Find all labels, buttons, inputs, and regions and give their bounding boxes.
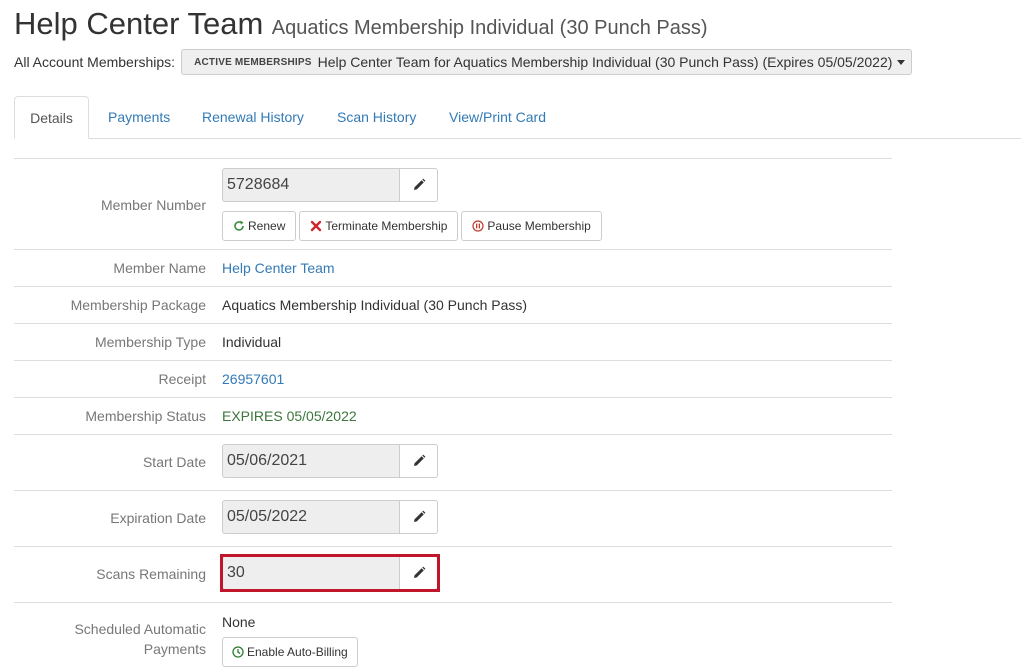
scheduled-payments-value: None — [222, 614, 256, 630]
tab-renewal-history[interactable]: Renewal History — [202, 96, 304, 138]
membership-status-label: Membership Status — [85, 408, 206, 424]
member-name-link[interactable]: Help Center Team — [222, 258, 335, 278]
scheduled-payments-label-line2: Payments — [143, 641, 206, 657]
pause-membership-button[interactable]: Pause Membership — [461, 211, 602, 241]
active-memberships-badge: ACTIVE MEMBERSHIPS — [194, 56, 312, 68]
terminate-label: Terminate Membership — [325, 219, 448, 233]
start-date-group: 05/06/2021 — [222, 444, 438, 478]
details-table: Member Number 5728684 Renew Terminate Me… — [14, 158, 892, 672]
pencil-icon — [413, 178, 425, 190]
membership-select[interactable]: ACTIVE MEMBERSHIPS Help Center Team for … — [181, 49, 913, 75]
page-title: Help Center Team Aquatics Membership Ind… — [14, 6, 708, 42]
clock-icon — [232, 646, 244, 658]
expiration-date-group: 05/05/2022 — [222, 500, 438, 534]
expiration-date-input[interactable]: 05/05/2022 — [222, 500, 399, 534]
row-scheduled-payments: Scheduled Automatic Payments None Enable… — [14, 602, 892, 672]
row-membership-status: Membership Status EXPIRES 05/05/2022 — [14, 397, 892, 434]
enable-auto-billing-label: Enable Auto-Billing — [247, 645, 348, 659]
terminate-membership-button[interactable]: Terminate Membership — [299, 211, 459, 241]
renew-button[interactable]: Renew — [222, 211, 297, 241]
pencil-icon — [413, 454, 425, 466]
pause-label: Pause Membership — [487, 219, 591, 233]
expiration-date-label: Expiration Date — [110, 510, 206, 526]
account-memberships: All Account Memberships: ACTIVE MEMBERSH… — [14, 48, 913, 76]
member-name-title: Help Center Team — [14, 6, 264, 41]
row-membership-type: Membership Type Individual — [14, 323, 892, 360]
row-member-number: Member Number 5728684 Renew Terminate Me… — [14, 158, 892, 249]
membership-actions: Renew Terminate Membership Pause Members… — [222, 211, 602, 241]
enable-auto-billing-button[interactable]: Enable Auto-Billing — [222, 637, 358, 667]
scheduled-payments-label-line1: Scheduled Automatic — [74, 621, 206, 637]
scans-remaining-label: Scans Remaining — [96, 566, 206, 582]
account-memberships-label: All Account Memberships: — [14, 54, 176, 70]
member-number-group: 5728684 — [222, 168, 438, 202]
caret-down-icon — [897, 59, 906, 65]
tab-bar: Details Payments Renewal History Scan Hi… — [14, 96, 1021, 139]
tab-scan-history[interactable]: Scan History — [337, 96, 416, 138]
x-icon — [311, 220, 322, 232]
receipt-label: Receipt — [158, 371, 206, 387]
row-receipt: Receipt 26957601 — [14, 360, 892, 397]
start-date-edit-button[interactable] — [399, 444, 438, 478]
pencil-icon — [413, 510, 425, 522]
member-name-label: Member Name — [113, 260, 206, 276]
member-number-label: Member Number — [100, 197, 206, 213]
membership-select-value: Help Center Team for Aquatics Membership… — [317, 54, 893, 70]
row-scans-remaining: Scans Remaining 30 — [14, 546, 892, 602]
renew-label: Renew — [248, 219, 286, 233]
expiration-date-edit-button[interactable] — [399, 500, 438, 534]
membership-package-value: Aquatics Membership Individual (30 Punch… — [222, 297, 528, 313]
receipt-link[interactable]: 26957601 — [222, 369, 284, 389]
pause-circle-icon — [472, 220, 485, 232]
start-date-input[interactable]: 05/06/2021 — [222, 444, 399, 478]
row-membership-package: Membership Package Aquatics Membership I… — [14, 286, 892, 323]
row-expiration-date: Expiration Date 05/05/2022 — [14, 490, 892, 546]
row-member-name: Member Name Help Center Team — [14, 249, 892, 286]
member-number-input[interactable]: 5728684 — [222, 168, 399, 202]
row-start-date: Start Date 05/06/2021 — [14, 434, 892, 490]
refresh-icon — [234, 220, 244, 231]
tab-payments[interactable]: Payments — [108, 96, 170, 138]
membership-type-value: Individual — [222, 334, 282, 350]
package-subtitle: Aquatics Membership Individual (30 Punch… — [271, 17, 708, 39]
membership-type-label: Membership Type — [94, 334, 206, 350]
membership-package-label: Membership Package — [70, 297, 206, 313]
member-number-edit-button[interactable] — [399, 168, 438, 202]
start-date-label: Start Date — [142, 454, 206, 470]
membership-status-value: EXPIRES 05/05/2022 — [222, 408, 357, 424]
tab-view-print-card[interactable]: View/Print Card — [449, 96, 546, 138]
tab-details[interactable]: Details — [14, 96, 89, 139]
highlight-box — [220, 554, 440, 592]
auto-billing-actions: Enable Auto-Billing — [222, 637, 358, 667]
